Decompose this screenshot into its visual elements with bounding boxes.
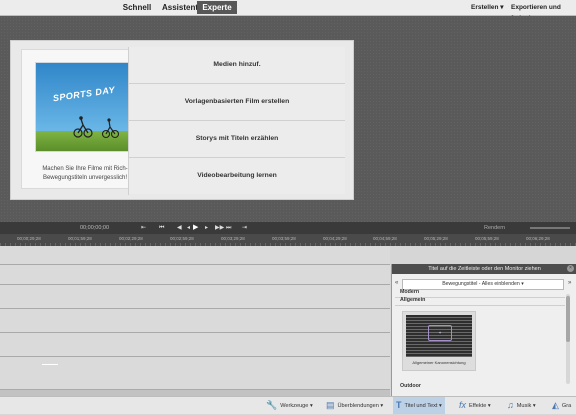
chevron-left-icon[interactable]: « (395, 279, 398, 288)
ruler-label: 00;02;59;28 (170, 236, 194, 241)
zoom-slider[interactable] (530, 227, 570, 229)
graphics-icon: ◭ (552, 400, 559, 410)
learn-editing-option[interactable]: Videobearbeitung lernen (129, 158, 345, 194)
ruler-label: 00;04;59;28 (373, 236, 397, 241)
music-button[interactable]: ♫ Musik ▾ (507, 397, 536, 414)
play-button[interactable]: ▶ (193, 223, 198, 233)
effects-button[interactable]: fx Effekte ▾ (459, 397, 491, 414)
panel-header: Titel auf die Zeitleiste oder den Monito… (392, 264, 576, 274)
effects-label: Effekte ▾ (469, 402, 491, 409)
wrench-icon: 🔧 (266, 400, 278, 410)
titles-text-button[interactable]: T Titel und Text ▾ (393, 397, 445, 414)
panel-filter-row: « Bewegungstitel - Alles einblenden ▾ » (392, 277, 576, 290)
transitions-button[interactable]: ▤ Überblendungen ▾ (326, 397, 383, 414)
titles-panel: Titel auf die Zeitleiste oder den Monito… (391, 264, 576, 396)
titles-text-label: Titel und Text ▾ (404, 402, 442, 409)
music-label: Musik ▾ (516, 402, 536, 409)
title-filter-value: Bewegungstitel - Alles einblenden (442, 281, 520, 287)
chevron-right-icon[interactable]: » (568, 279, 571, 288)
top-bar: Schnell Assistent Experte Erstellen ▾ Ex… (0, 0, 576, 22)
fast-forward-button[interactable]: ▶▶ (215, 223, 224, 233)
welcome-description: Machen Sie Ihre Filme mit Rich-Bewegungs… (42, 166, 128, 181)
ruler-label: 00;03;59;28 (272, 236, 296, 241)
welcome-panel: SPORTS DAY Machen Sie Ihre Filme mit Ric… (10, 40, 354, 200)
ruler-label: 00;03;29;28 (221, 236, 245, 241)
track-divider (0, 284, 390, 285)
panel-scrollbar-thumb[interactable] (566, 296, 570, 342)
track-divider (0, 308, 390, 309)
text-icon: T (396, 400, 402, 410)
story-titles-option[interactable]: Storys mit Titeln erzählen (129, 121, 345, 158)
cyclists-icon (73, 116, 120, 139)
ruler-label: 00;02;29;28 (119, 236, 143, 241)
track-divider (0, 332, 390, 333)
track-divider (0, 264, 390, 265)
timecode-display: 00;00;00;00 (80, 225, 110, 231)
template-logo-icon: ✦ (428, 325, 452, 341)
title-template-preview: ✦ (406, 315, 472, 357)
next-edit-button[interactable]: ⏭ (226, 223, 231, 233)
bottom-toolbar: 🔧 Werkzeuge ▾ ▤ Überblendungen ▾ T Titel un… (0, 396, 576, 414)
ruler-label: 00;00;29;28 (17, 236, 41, 241)
transitions-label: Überblendungen ▾ (337, 402, 384, 409)
tab-experte[interactable]: Experte (197, 1, 237, 14)
previous-edit-button[interactable]: ⏮ (159, 223, 164, 233)
title-filter-select[interactable]: Bewegungstitel - Alles einblenden ▾ (402, 279, 564, 290)
tools-label: Werkzeuge ▾ (280, 402, 313, 409)
ruler-label: 00;05;29;28 (424, 236, 448, 241)
timeline-ruler[interactable]: 00;00;29;28 00;01;59;28 00;02;29;28 00;0… (0, 234, 576, 246)
sports-day-thumbnail: SPORTS DAY (35, 62, 136, 152)
panel-header-text: Titel auf die Zeitleiste oder den Monito… (428, 266, 541, 272)
rewind-button[interactable]: ◀ (177, 223, 182, 233)
title-template-label: Allgemeiner Kanonensichtung (412, 360, 466, 365)
erstellen-menu[interactable]: Erstellen ▾ (471, 2, 504, 13)
ruler-label: 00;05;59;28 (475, 236, 499, 241)
playback-bar: 00;00;00;00 ⇤ ⏮ ◀ ◂ ▶ ▸ ▶▶ ⏭ ⇥ Rendern (0, 222, 576, 234)
template-movie-option[interactable]: Vorlagenbasierten Film erstellen (129, 84, 345, 121)
goto-end-button[interactable]: ⇥ (242, 223, 247, 233)
music-icon: ♫ (507, 400, 514, 410)
step-forward-button[interactable]: ▸ (205, 223, 208, 233)
title-template-item[interactable]: ✦ Allgemeiner Kanonensichtung (402, 311, 476, 371)
ruler-label: 00;01;59;28 (68, 236, 92, 241)
add-media-option[interactable]: Medien hinzuf. (129, 47, 345, 84)
category-allgemein[interactable]: Allgemein (400, 297, 425, 303)
ruler-label: 00;04;29;28 (323, 236, 347, 241)
track-divider (0, 356, 390, 357)
close-icon[interactable]: × (567, 265, 574, 272)
graphics-button[interactable]: ◭ Gra (552, 397, 571, 414)
fx-icon: fx (459, 400, 467, 410)
step-back-button[interactable]: ◂ (187, 223, 190, 233)
tools-button[interactable]: 🔧 Werkzeuge ▾ (266, 397, 313, 414)
render-button[interactable]: Rendern (484, 223, 505, 233)
ruler-label: 00;06;29;28 (526, 236, 550, 241)
tab-schnell[interactable]: Schnell (117, 1, 157, 14)
graphics-label: Gra (561, 402, 572, 409)
tab-assistent[interactable]: Assistent (158, 1, 202, 14)
goto-start-button[interactable]: ⇤ (141, 223, 146, 233)
category-modern[interactable]: Modern (400, 289, 419, 295)
category-outdoor[interactable]: Outdoor (400, 383, 421, 389)
transitions-icon: ▤ (326, 400, 335, 410)
timeline-tracks[interactable] (0, 246, 390, 396)
welcome-card: SPORTS DAY Machen Sie Ihre Filme mit Ric… (21, 49, 136, 189)
timeline-marker (42, 364, 58, 365)
category-divider (395, 305, 565, 306)
